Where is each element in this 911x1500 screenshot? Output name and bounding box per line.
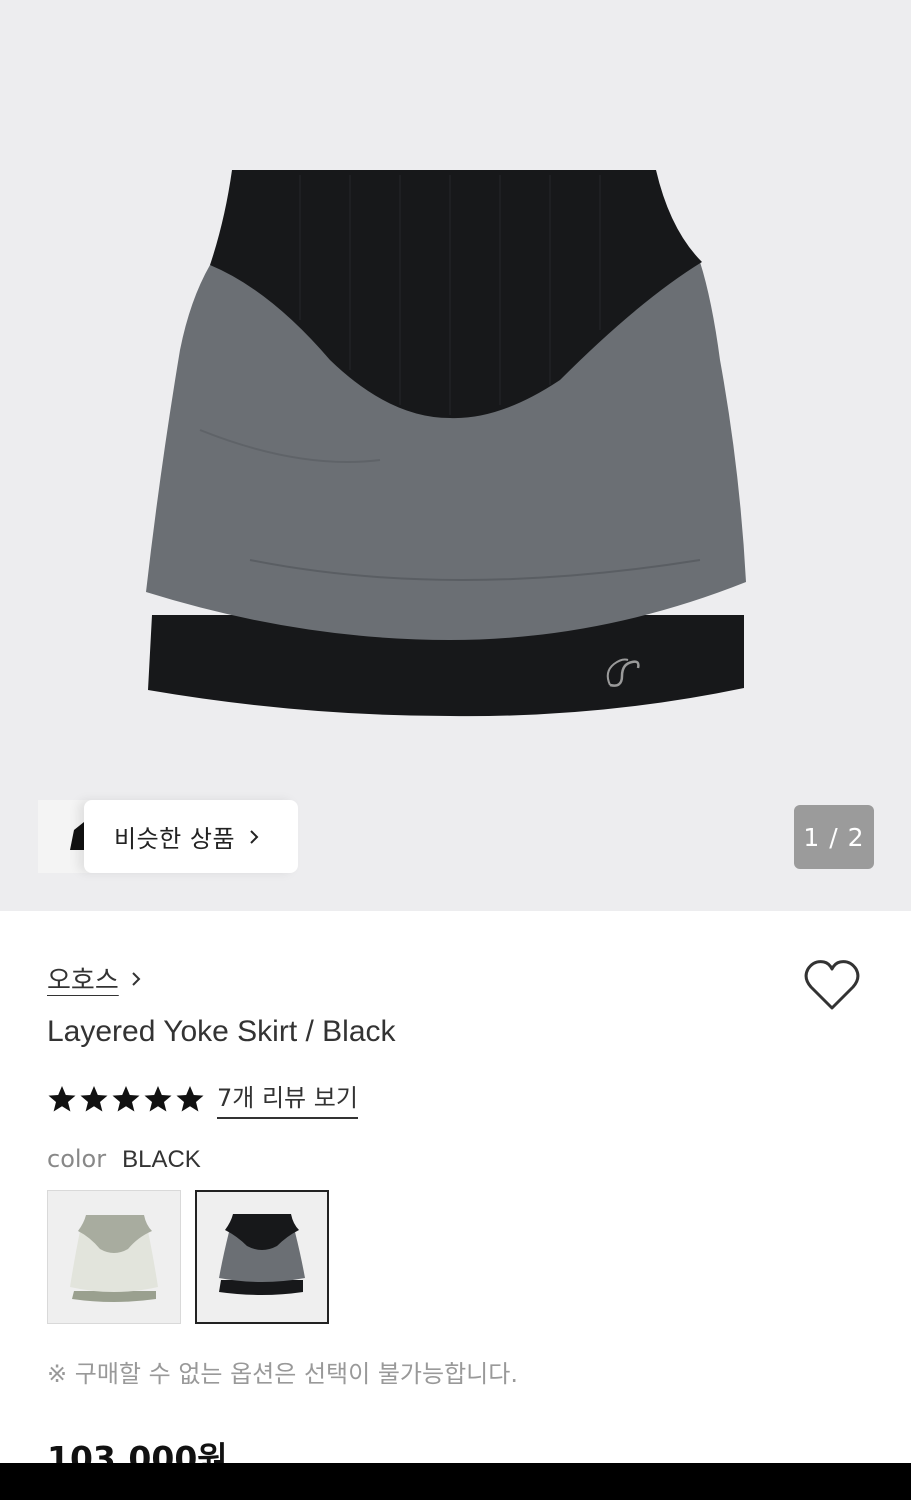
similar-products-label: 비슷한 상품: [114, 825, 236, 853]
color-swatch-black[interactable]: [195, 1190, 329, 1324]
swatch-image: [70, 1215, 158, 1302]
chevron-right-icon: [250, 829, 259, 844]
similar-products-card[interactable]: 비슷한 상품: [84, 800, 298, 873]
star-icon: [144, 1085, 172, 1111]
product-image: [146, 170, 746, 717]
brand-name: 오호스: [47, 966, 119, 996]
star-icon: [80, 1085, 108, 1111]
color-value: BLACK: [122, 1146, 201, 1173]
star-rating: [47, 1084, 205, 1114]
star-icon: [48, 1085, 76, 1111]
color-option-row: color BLACK: [47, 1145, 201, 1174]
option-notice: ※ 구매할 수 없는 옵션은 선택이 불가능합니다.: [47, 1360, 518, 1388]
review-link[interactable]: 7개 리뷰 보기: [217, 1078, 358, 1119]
star-icon: [176, 1085, 204, 1111]
heart-icon[interactable]: [803, 958, 861, 1012]
similar-products-button[interactable]: 비슷한 상품: [38, 800, 298, 873]
swatch-image: [219, 1214, 305, 1295]
rating-row: 7개 리뷰 보기: [47, 1078, 358, 1119]
color-swatch-light[interactable]: [47, 1190, 181, 1324]
chevron-right-icon: [132, 971, 141, 986]
image-pager: 1 / 2: [794, 805, 874, 869]
product-title: Layered Yoke Skirt / Black: [47, 1015, 396, 1048]
star-icon: [112, 1085, 140, 1111]
brand-link[interactable]: 오호스: [47, 960, 143, 997]
color-label: color: [47, 1145, 107, 1173]
product-image-gallery[interactable]: 비슷한 상품 1 / 2: [0, 0, 911, 911]
bottom-bar: [0, 1463, 911, 1500]
